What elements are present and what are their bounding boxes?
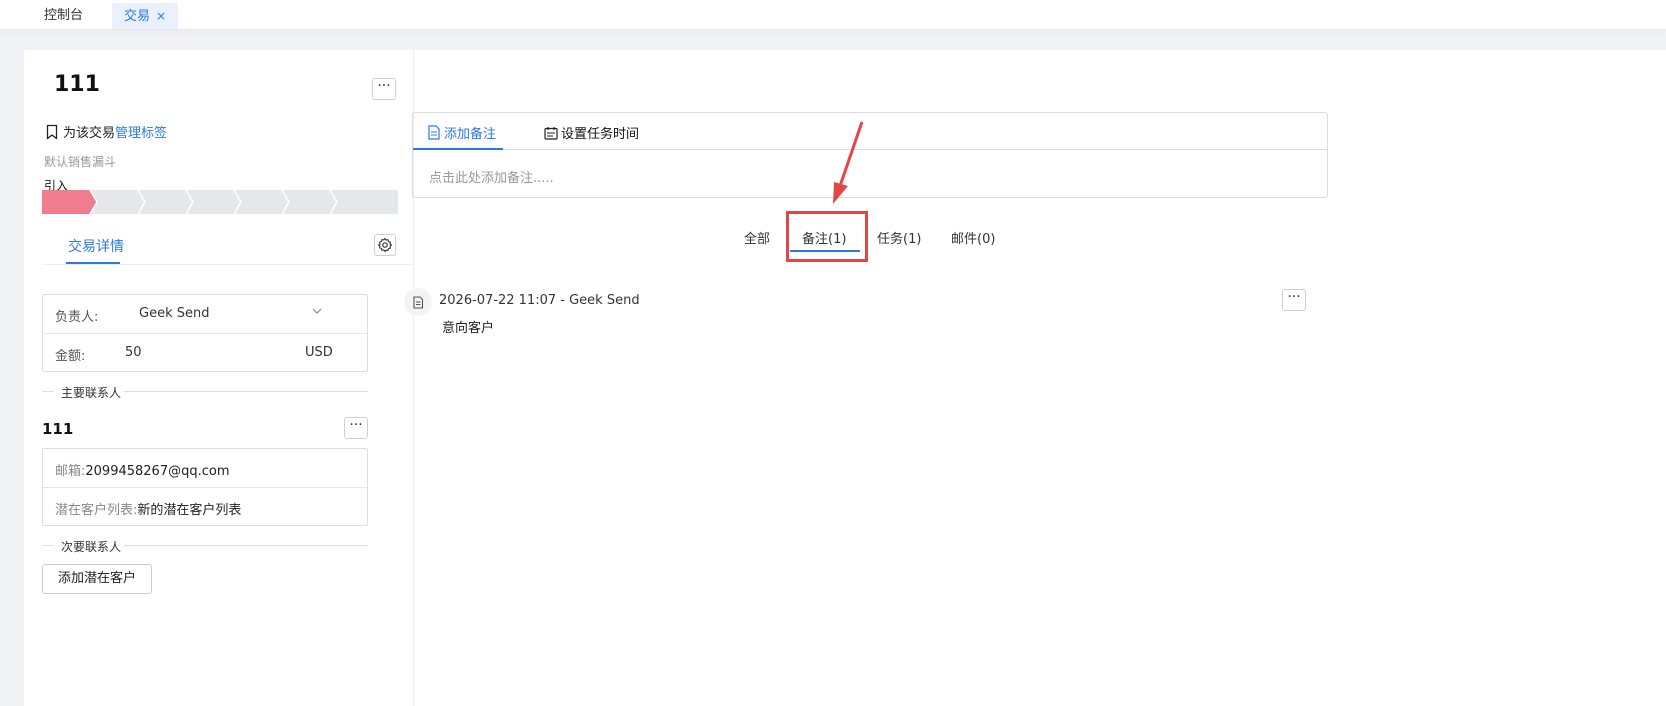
calendar-icon bbox=[544, 126, 558, 140]
document-icon bbox=[428, 125, 440, 140]
annotation-highlight-box bbox=[786, 211, 868, 262]
stage-segment[interactable] bbox=[42, 190, 97, 214]
section-title: 次要联系人 bbox=[61, 540, 122, 554]
tab-divider bbox=[42, 264, 414, 265]
section-divider-primary-contact: 主要联系人 bbox=[42, 384, 368, 400]
tab-add-note[interactable]: 添加备注 bbox=[427, 123, 496, 142]
tag-prefix: 为该交易 bbox=[63, 126, 116, 141]
owner-row[interactable]: 负责人: Geek Send bbox=[43, 295, 367, 333]
email-field: 邮箱:2099458267@qq.com bbox=[55, 460, 230, 479]
document-icon bbox=[413, 295, 424, 309]
lead-list-row: 潜在客户列表:新的潜在客户列表 bbox=[43, 487, 367, 525]
deal-more-button[interactable]: ··· bbox=[372, 78, 396, 100]
section-divider-secondary-contact: 次要联系人 bbox=[42, 538, 368, 554]
lead-list-label: 潜在客户列表: bbox=[55, 503, 138, 518]
stage-segment[interactable] bbox=[90, 190, 145, 214]
divider-line bbox=[42, 545, 54, 546]
close-icon[interactable]: × bbox=[156, 9, 166, 23]
divider-line bbox=[42, 391, 54, 392]
stage-segment[interactable] bbox=[330, 190, 398, 214]
tab-label: 设置任务时间 bbox=[561, 127, 640, 142]
tab-set-task-time[interactable]: 设置任务时间 bbox=[544, 123, 639, 142]
deal-fields: 负责人: Geek Send 金额: 50 USD bbox=[42, 294, 368, 372]
amount-field[interactable]: 50 bbox=[125, 345, 142, 360]
bookmark-icon bbox=[46, 124, 58, 139]
divider-line bbox=[124, 391, 368, 392]
top-tab-bar: 控制台 交易 × bbox=[0, 0, 1666, 30]
owner-select[interactable]: Geek Send bbox=[139, 306, 209, 321]
filter-tab-all[interactable]: 全部 bbox=[744, 228, 770, 247]
note-more-button[interactable]: ··· bbox=[1282, 289, 1306, 311]
settings-button[interactable] bbox=[374, 234, 396, 256]
tab-deal-details[interactable]: 交易详情 bbox=[68, 236, 124, 256]
stage-segment[interactable] bbox=[186, 190, 241, 214]
tag-line: 为该交易 管理标签 bbox=[44, 122, 167, 141]
stage-segment[interactable] bbox=[234, 190, 289, 214]
deal-sidebar: 111 ··· 为该交易 管理标签 默认销售漏斗 引入 交易详情 负责人: Ge… bbox=[24, 50, 414, 706]
tab-label: 控制台 bbox=[44, 8, 84, 23]
annotation-arrow bbox=[833, 121, 864, 204]
lead-list-value: 新的潜在客户列表 bbox=[137, 503, 242, 518]
manage-tags-link[interactable]: 管理标签 bbox=[115, 122, 167, 141]
note-body: 意向客户 bbox=[442, 321, 495, 336]
tab-deal[interactable]: 交易 × bbox=[112, 3, 179, 29]
filter-tab-emails[interactable]: 邮件(0) bbox=[951, 228, 995, 247]
add-lead-button[interactable]: 添加潜在客户 bbox=[42, 564, 152, 594]
deal-title: 111 bbox=[54, 72, 100, 97]
owner-label: 负责人: bbox=[55, 310, 99, 325]
contact-fields: 邮箱:2099458267@qq.com 潜在客户列表:新的潜在客户列表 bbox=[42, 448, 368, 526]
email-value: 2099458267@qq.com bbox=[85, 464, 230, 479]
contact-more-button[interactable]: ··· bbox=[344, 417, 368, 439]
note-entry-icon bbox=[404, 288, 432, 316]
tab-dashboard[interactable]: 控制台 bbox=[32, 3, 95, 29]
email-label: 邮箱: bbox=[55, 464, 86, 479]
section-title: 主要联系人 bbox=[61, 386, 122, 400]
lead-list-field: 潜在客户列表:新的潜在客户列表 bbox=[55, 499, 241, 518]
note-input[interactable]: 点击此处添加备注..... bbox=[429, 167, 554, 186]
stage-progress[interactable] bbox=[42, 190, 398, 214]
funnel-name: 默认销售漏斗 bbox=[44, 155, 117, 169]
stage-segment[interactable] bbox=[138, 190, 193, 214]
note-meta: 2026-07-22 11:07 - Geek Send bbox=[439, 293, 640, 308]
currency-label[interactable]: USD bbox=[305, 345, 333, 360]
amount-row[interactable]: 金额: 50 USD bbox=[43, 333, 367, 371]
email-row: 邮箱:2099458267@qq.com bbox=[43, 449, 367, 487]
chevron-down-icon[interactable] bbox=[311, 305, 323, 317]
stage-segment[interactable] bbox=[282, 190, 337, 214]
gear-icon bbox=[377, 237, 393, 253]
deal-card: 111 ··· 为该交易 管理标签 默认销售漏斗 引入 交易详情 负责人: Ge… bbox=[24, 50, 1666, 706]
divider-line bbox=[124, 545, 368, 546]
filter-tab-tasks[interactable]: 任务(1) bbox=[877, 228, 921, 247]
tab-label: 添加备注 bbox=[444, 127, 497, 142]
contact-name[interactable]: 111 bbox=[42, 420, 73, 438]
amount-label: 金额: bbox=[55, 349, 86, 364]
tab-label: 交易 bbox=[124, 9, 151, 24]
composer-tab-indicator bbox=[413, 148, 503, 150]
